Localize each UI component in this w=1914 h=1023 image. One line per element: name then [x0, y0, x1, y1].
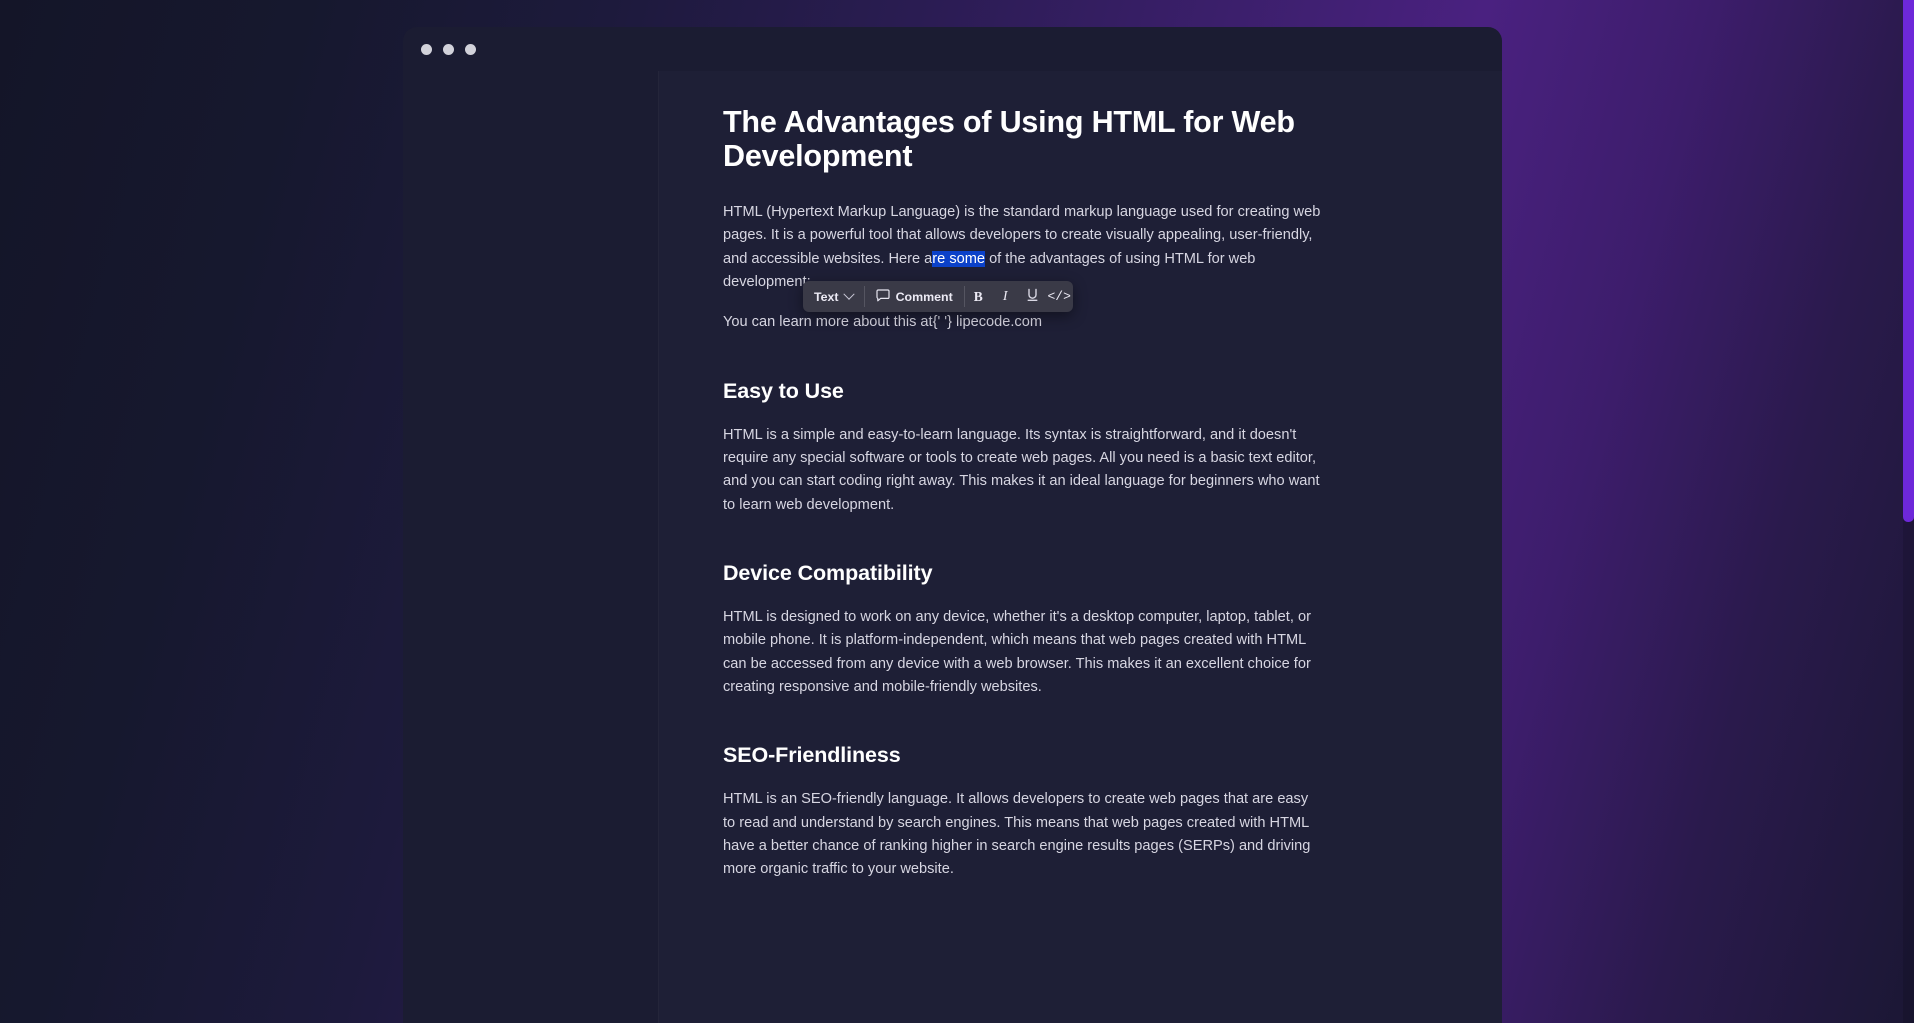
comment-bubble-icon: [875, 288, 890, 305]
section-heading-easy-to-use: Easy to Use: [723, 378, 844, 403]
section-heading-seo-friendliness: SEO-Friendliness: [723, 743, 901, 768]
page-scrollbar-track[interactable]: [1903, 0, 1914, 1023]
window-body: The Advantages of Using HTML for Web Dev…: [403, 71, 1502, 1023]
section-body-device-compatibility[interactable]: HTML is designed to work on any device, …: [723, 606, 1323, 699]
section-heading-device-compatibility: Device Compatibility: [723, 561, 933, 585]
code-icon: </>: [1047, 289, 1071, 304]
text-selection-highlight[interactable]: re some: [932, 250, 986, 267]
underline-button[interactable]: [1019, 281, 1046, 312]
sidebar-panel: [403, 71, 659, 1023]
editor-window: The Advantages of Using HTML for Web Dev…: [403, 27, 1502, 1023]
document-title: The Advantages of Using HTML for Web Dev…: [723, 105, 1295, 174]
section-body-seo-friendliness[interactable]: HTML is an SEO-friendly language. It all…: [723, 788, 1323, 881]
toolbar-comment-group: Comment: [865, 281, 964, 312]
bold-button[interactable]: B: [965, 281, 992, 312]
toolbar-style-group: Text: [803, 281, 864, 312]
italic-button[interactable]: I: [992, 281, 1019, 312]
add-comment-button[interactable]: Comment: [865, 281, 964, 312]
document-page: The Advantages of Using HTML for Web Dev…: [659, 71, 1502, 939]
italic-icon: I: [1002, 288, 1008, 304]
window-title-bar: [403, 27, 1502, 71]
chevron-down-icon: [842, 288, 855, 300]
underline-icon: [1026, 288, 1039, 305]
toolbar-formatting-group: B I </>: [965, 281, 1073, 312]
section-body-easy-to-use[interactable]: HTML is a simple and easy-to-learn langu…: [723, 424, 1323, 517]
floating-format-toolbar: Text Comment B I </>: [803, 281, 1073, 312]
text-style-dropdown-label: Text: [814, 289, 839, 304]
add-comment-label: Comment: [895, 289, 953, 304]
maximize-window-dot[interactable]: [465, 43, 476, 55]
page-scrollbar-thumb[interactable]: [1903, 0, 1914, 522]
bold-icon: B: [973, 288, 983, 304]
minimize-window-dot[interactable]: [443, 43, 454, 55]
link-paragraph[interactable]: You can learn more about this at{' '} li…: [723, 311, 1323, 334]
document-scroll-area[interactable]: The Advantages of Using HTML for Web Dev…: [659, 71, 1502, 1023]
inline-code-button[interactable]: </>: [1046, 281, 1073, 312]
close-window-dot[interactable]: [421, 43, 432, 55]
text-style-dropdown[interactable]: Text: [803, 281, 864, 312]
